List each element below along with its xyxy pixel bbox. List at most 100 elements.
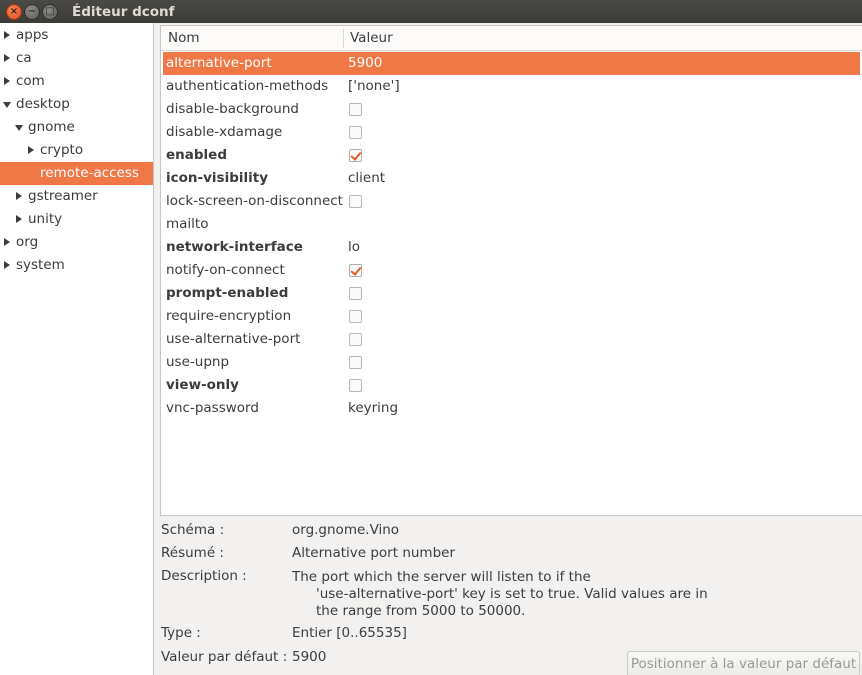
maximize-icon: □ (45, 5, 55, 17)
tree-item-label: remote-access (40, 165, 139, 181)
column-header-value[interactable]: Valeur (343, 26, 393, 51)
tree-item-label: org (16, 234, 39, 250)
window-controls: × − □ (6, 3, 58, 20)
expander-closed-icon[interactable] (16, 215, 22, 223)
description-label: Description : (161, 568, 247, 584)
key-value[interactable]: lo (348, 236, 360, 259)
tree-item-com[interactable]: com (0, 70, 153, 93)
tree-item-label: unity (28, 211, 63, 227)
key-row-icon-visibility[interactable]: icon-visibility client (163, 167, 860, 190)
key-row-disable-background[interactable]: disable-background (163, 98, 860, 121)
key-row-enabled[interactable]: enabled (163, 144, 860, 167)
expander-closed-icon[interactable] (4, 54, 10, 62)
key-row-use-alternative-port[interactable]: use-alternative-port (163, 328, 860, 351)
key-name: mailto (166, 216, 209, 232)
key-name: disable-xdamage (166, 124, 283, 140)
key-name: use-upnp (166, 354, 230, 370)
expander-closed-icon[interactable] (4, 77, 10, 85)
key-row-authentication-methods[interactable]: authentication-methods ['none'] (163, 75, 860, 98)
tree-item-apps[interactable]: apps (0, 24, 153, 47)
key-name: lock-screen-on-disconnect (166, 193, 343, 209)
schema-label: Schéma : (161, 522, 225, 538)
key-value-checkbox[interactable] (349, 195, 362, 208)
key-row-prompt-enabled[interactable]: prompt-enabled (163, 282, 860, 305)
minimize-icon: − (27, 5, 37, 17)
set-to-default-button[interactable]: Positionner à la valeur par défaut (627, 651, 860, 675)
expander-closed-icon[interactable] (16, 192, 22, 200)
key-row-alternative-port[interactable]: alternative-port 5900 (163, 52, 860, 75)
default-value: 5900 (292, 649, 327, 665)
tree-item-crypto[interactable]: crypto (0, 139, 153, 162)
key-name: authentication-methods (166, 78, 329, 94)
key-name: view-only (166, 377, 239, 393)
key-name: network-interface (166, 239, 303, 255)
close-icon: × (9, 5, 19, 17)
expander-closed-icon[interactable] (4, 31, 10, 39)
type-label: Type : (161, 625, 201, 641)
schema-value: org.gnome.Vino (292, 522, 400, 538)
key-row-notify-on-connect[interactable]: notify-on-connect (163, 259, 860, 282)
maximize-window-button[interactable]: □ (42, 3, 58, 20)
expander-open-icon[interactable] (3, 102, 11, 108)
key-value-checkbox[interactable] (349, 379, 362, 392)
tree-item-label: apps (16, 27, 49, 43)
key-row-require-encryption[interactable]: require-encryption (163, 305, 860, 328)
key-value-checkbox[interactable] (349, 333, 362, 346)
tree-item-remote-access[interactable]: remote-access (0, 162, 153, 185)
tree-item-label: com (16, 73, 45, 89)
description-line: 'use-alternative-port' key is set to tru… (316, 586, 708, 602)
expander-closed-icon[interactable] (28, 146, 34, 154)
key-row-view-only[interactable]: view-only (163, 374, 860, 397)
description-line: the range from 5000 to 50000. (316, 603, 526, 619)
key-name: prompt-enabled (166, 285, 289, 301)
key-value-checkbox[interactable] (349, 149, 362, 162)
key-row-vnc-password[interactable]: vnc-password keyring (163, 397, 860, 420)
tree-item-label: gnome (28, 119, 75, 135)
key-row-lock-screen-on-disconnect[interactable]: lock-screen-on-disconnect (163, 190, 860, 213)
key-value-checkbox[interactable] (349, 103, 362, 116)
tree-item-gstreamer[interactable]: gstreamer (0, 185, 153, 208)
key-value[interactable]: keyring (348, 397, 398, 420)
tree-item-label: system (16, 257, 65, 273)
key-value-checkbox[interactable] (349, 356, 362, 369)
key-value-checkbox[interactable] (349, 264, 362, 277)
key-name: vnc-password (166, 400, 259, 416)
key-list[interactable]: Nom Valeur alternative-port 5900 authentic… (160, 25, 862, 516)
title-bar: × − □ Éditeur dconf (0, 0, 862, 23)
expander-open-icon[interactable] (15, 125, 23, 131)
key-name: use-alternative-port (166, 331, 301, 347)
tree-item-system[interactable]: system (0, 254, 153, 277)
key-value-checkbox[interactable] (349, 310, 362, 323)
tree-item-label: crypto (40, 142, 84, 158)
tree-item-desktop[interactable]: desktop (0, 93, 153, 116)
window-title: Éditeur dconf (72, 3, 175, 20)
close-window-button[interactable]: × (6, 3, 22, 20)
tree-item-ca[interactable]: ca (0, 47, 153, 70)
list-header: Nom Valeur (161, 26, 862, 51)
key-name: icon-visibility (166, 170, 269, 186)
tree-item-org[interactable]: org (0, 231, 153, 254)
minimize-window-button[interactable]: − (24, 3, 40, 20)
description-line: The port which the server will listen to… (292, 569, 591, 585)
key-value-checkbox[interactable] (349, 287, 362, 300)
key-row-mailto[interactable]: mailto (163, 213, 860, 236)
key-row-use-upnp[interactable]: use-upnp (163, 351, 860, 374)
tree-item-label: ca (16, 50, 32, 66)
column-header-name[interactable]: Nom (161, 26, 200, 51)
key-name: disable-background (166, 101, 299, 117)
key-name: alternative-port (166, 55, 272, 71)
key-row-disable-xdamage[interactable]: disable-xdamage (163, 121, 860, 144)
type-value: Entier [0..65535] (292, 625, 407, 641)
key-value[interactable]: 5900 (348, 52, 382, 75)
key-value-checkbox[interactable] (349, 126, 362, 139)
expander-closed-icon[interactable] (4, 238, 10, 246)
path-tree[interactable]: apps ca com desktop gnome crypto remote-access… (0, 23, 154, 675)
summary-label: Résumé : (161, 545, 224, 561)
tree-item-gnome[interactable]: gnome (0, 116, 153, 139)
key-name: enabled (166, 147, 227, 163)
expander-closed-icon[interactable] (4, 261, 10, 269)
key-value[interactable]: client (348, 167, 385, 190)
key-row-network-interface[interactable]: network-interface lo (163, 236, 860, 259)
tree-item-unity[interactable]: unity (0, 208, 153, 231)
key-value[interactable]: ['none'] (348, 75, 400, 98)
